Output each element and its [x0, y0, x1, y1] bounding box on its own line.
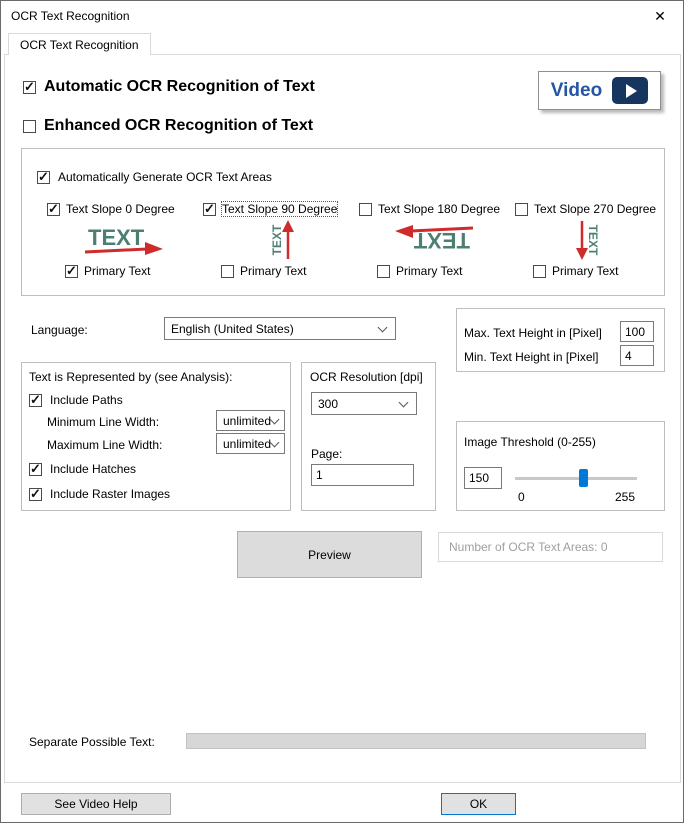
slope-270-image: TEXT	[515, 219, 667, 261]
chevron-down-icon	[270, 437, 280, 447]
auto-generate-label: Automatically Generate OCR Text Areas	[58, 170, 272, 184]
primary-180-row[interactable]: Primary Text	[377, 263, 511, 279]
slope-180-column: Text Slope 180 Degree TEXT Primary Text	[359, 201, 511, 279]
auto-generate-checkbox[interactable]	[37, 171, 50, 184]
slope-180-label: Text Slope 180 Degree	[378, 202, 500, 216]
slider-track	[515, 477, 637, 480]
close-icon[interactable]: ✕	[637, 1, 683, 31]
play-icon	[612, 77, 648, 104]
video-button[interactable]: Video	[538, 71, 661, 110]
slope-0-image: TEXT	[47, 219, 199, 261]
represented-title: Text is Represented by (see Analysis):	[29, 370, 232, 384]
slider-thumb[interactable]	[579, 469, 588, 487]
chevron-down-icon	[399, 397, 409, 407]
separate-progress-bar	[186, 733, 646, 749]
resolution-group	[301, 362, 436, 511]
tab-ocr-text-recognition[interactable]: OCR Text Recognition	[8, 33, 151, 55]
threshold-title: Image Threshold (0-255)	[464, 435, 596, 449]
see-video-help-button[interactable]: See Video Help	[21, 793, 171, 815]
include-raster-checkbox[interactable]	[29, 488, 42, 501]
primary-90-row[interactable]: Primary Text	[221, 263, 355, 279]
enhanced-ocr-row[interactable]: Enhanced OCR Recognition of Text	[23, 117, 313, 135]
slope-180-image: TEXT	[359, 219, 511, 261]
ocr-dialog: OCR Text Recognition ✕ OCR Text Recognit…	[0, 0, 684, 823]
max-line-width-value: unlimited	[223, 437, 271, 451]
include-raster-row[interactable]: Include Raster Images	[29, 485, 170, 503]
min-line-width-select[interactable]: unlimited	[216, 410, 285, 431]
ocr-areas-status: Number of OCR Text Areas: 0	[438, 532, 663, 562]
include-raster-label: Include Raster Images	[50, 487, 170, 501]
primary-180-checkbox[interactable]	[377, 265, 390, 278]
threshold-input[interactable]	[464, 467, 502, 489]
primary-0-checkbox[interactable]	[65, 265, 78, 278]
primary-180-label: Primary Text	[396, 264, 462, 278]
auto-ocr-row[interactable]: Automatic OCR Recognition of Text	[23, 78, 315, 96]
slope-90-row[interactable]: Text Slope 90 Degree	[203, 201, 355, 217]
language-value: English (United States)	[171, 322, 294, 336]
slope-270-label: Text Slope 270 Degree	[534, 202, 656, 216]
sample-text-90: TEXT	[270, 224, 284, 255]
auto-ocr-checkbox[interactable]	[23, 81, 36, 94]
primary-0-row[interactable]: Primary Text	[65, 263, 199, 279]
min-line-width-label: Minimum Line Width:	[47, 415, 159, 429]
primary-270-row[interactable]: Primary Text	[533, 263, 667, 279]
slope-180-checkbox[interactable]	[359, 203, 372, 216]
max-line-width-select[interactable]: unlimited	[216, 433, 285, 454]
threshold-min-label: 0	[518, 490, 525, 504]
include-hatches-row[interactable]: Include Hatches	[29, 460, 136, 478]
enhanced-ocr-checkbox[interactable]	[23, 120, 36, 133]
language-label: Language:	[31, 323, 88, 337]
auto-generate-row[interactable]: Automatically Generate OCR Text Areas	[37, 168, 272, 186]
slope-270-checkbox[interactable]	[515, 203, 528, 216]
chevron-down-icon	[270, 414, 280, 424]
primary-90-label: Primary Text	[240, 264, 306, 278]
slope-90-checkbox[interactable]	[203, 203, 216, 216]
slope-180-row[interactable]: Text Slope 180 Degree	[359, 201, 511, 217]
min-height-label: Min. Text Height in [Pixel]	[464, 350, 599, 364]
page-label: Page:	[311, 447, 342, 461]
slope-0-label: Text Slope 0 Degree	[66, 202, 175, 216]
max-height-label: Max. Text Height in [Pixel]	[464, 326, 602, 340]
include-hatches-label: Include Hatches	[50, 462, 136, 476]
sample-text-270: TEXT	[586, 225, 600, 256]
primary-270-label: Primary Text	[552, 264, 618, 278]
include-hatches-checkbox[interactable]	[29, 463, 42, 476]
max-line-width-label: Maximum Line Width:	[47, 438, 162, 452]
slope-90-column: Text Slope 90 Degree TEXT Primary Text	[203, 201, 355, 279]
slope-0-row[interactable]: Text Slope 0 Degree	[47, 201, 199, 217]
auto-ocr-label: Automatic OCR Recognition of Text	[44, 78, 315, 96]
slope-270-column: Text Slope 270 Degree TEXT Primary Text	[515, 201, 667, 279]
threshold-slider[interactable]	[515, 468, 637, 488]
sample-text-0: TEXT	[88, 225, 145, 250]
ok-button[interactable]: OK	[441, 793, 516, 815]
titlebar: OCR Text Recognition	[1, 1, 683, 31]
preview-button[interactable]: Preview	[237, 531, 422, 578]
separate-text-label: Separate Possible Text:	[29, 735, 155, 749]
resolution-title: OCR Resolution [dpi]	[310, 370, 423, 384]
slope-90-image: TEXT	[203, 219, 355, 261]
primary-270-checkbox[interactable]	[533, 265, 546, 278]
threshold-max-label: 255	[615, 490, 635, 504]
include-paths-checkbox[interactable]	[29, 394, 42, 407]
primary-90-checkbox[interactable]	[221, 265, 234, 278]
min-height-input[interactable]	[620, 345, 654, 366]
resolution-select[interactable]: 300	[311, 392, 417, 415]
include-paths-label: Include Paths	[50, 393, 123, 407]
slope-90-label: Text Slope 90 Degree	[222, 202, 337, 216]
window-title: OCR Text Recognition	[11, 9, 130, 23]
slope-0-column: Text Slope 0 Degree TEXT Primary Text	[47, 201, 199, 279]
max-height-input[interactable]	[620, 321, 654, 342]
slope-270-row[interactable]: Text Slope 270 Degree	[515, 201, 667, 217]
chevron-down-icon	[378, 322, 388, 332]
slope-0-checkbox[interactable]	[47, 203, 60, 216]
include-paths-row[interactable]: Include Paths	[29, 391, 123, 409]
page-input[interactable]	[311, 464, 414, 486]
enhanced-ocr-label: Enhanced OCR Recognition of Text	[44, 117, 313, 135]
resolution-value: 300	[318, 397, 338, 411]
primary-0-label: Primary Text	[84, 264, 150, 278]
language-select[interactable]: English (United States)	[164, 317, 396, 340]
min-line-width-value: unlimited	[223, 414, 271, 428]
video-button-label: Video	[551, 80, 602, 102]
